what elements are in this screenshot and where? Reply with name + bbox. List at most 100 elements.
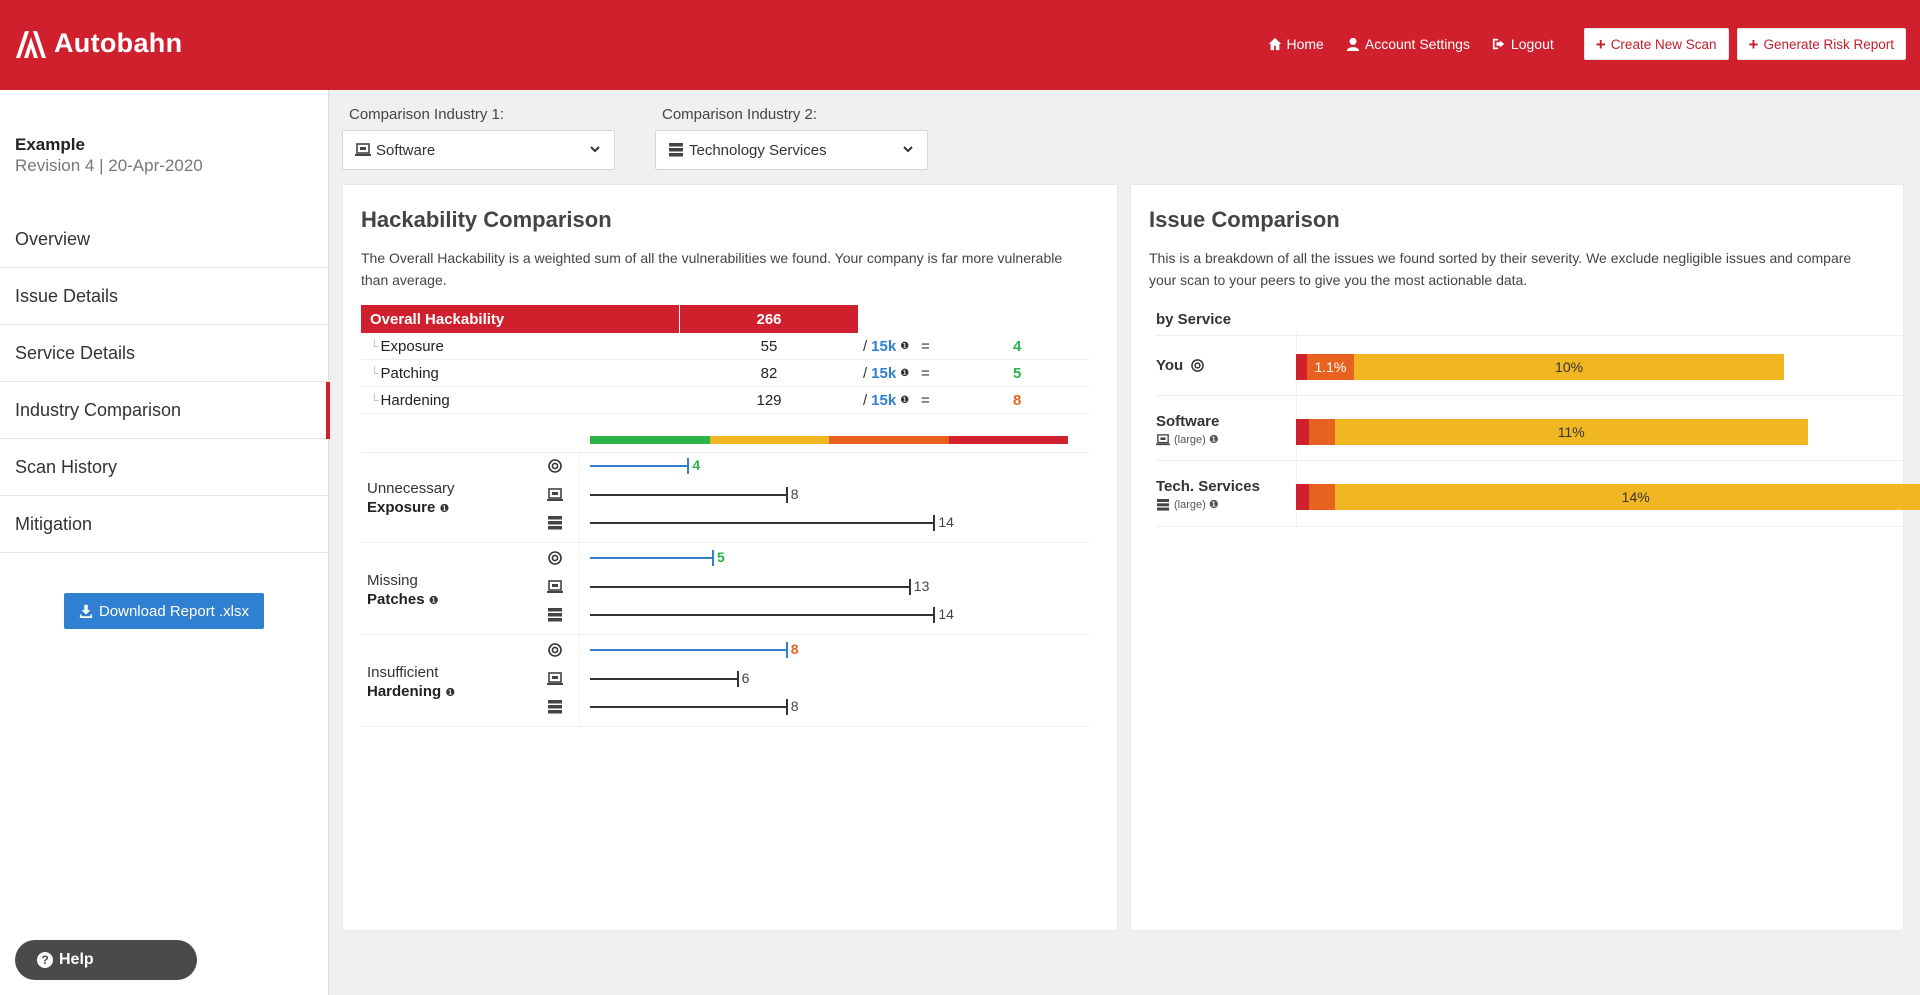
sidebar-item-industry-comparison[interactable]: Industry Comparison — [0, 382, 330, 439]
industry1-label: Comparison Industry 1: — [349, 106, 505, 123]
autobahn-logo-icon — [16, 30, 46, 58]
sign-out-icon — [1492, 38, 1505, 50]
bar-you — [590, 649, 787, 651]
home-icon — [1268, 37, 1281, 51]
bar-software — [590, 493, 787, 496]
bar-tech — [590, 614, 935, 616]
group-line2: Exposure — [367, 499, 436, 516]
service-stacked-bar: 1.1% 10% — [1296, 354, 1785, 380]
service-software-sub: (large) ❶ — [1156, 433, 1219, 446]
sidebar-item-overview[interactable]: Overview — [0, 211, 329, 268]
issue-comparison-title: Issue Comparison — [1149, 207, 1340, 232]
sidebar: Example Revision 4 | 20-Apr-2020 Overvie… — [0, 90, 330, 995]
scan-revision: Revision 4 | 20-Apr-2020 — [15, 156, 203, 175]
bar-value-label: 14 — [938, 606, 954, 622]
bar-segment-red — [1296, 419, 1309, 445]
sidebar-item-scan-history[interactable]: Scan History — [0, 439, 329, 496]
bar-cap — [785, 486, 788, 503]
info-icon[interactable]: ❶ — [900, 395, 909, 406]
overall-hackability-label: Overall Hackability — [361, 305, 679, 333]
service-stacked-bar: 11% — [1296, 419, 1808, 445]
service-tech-services-label: Tech. Services — [1156, 478, 1260, 495]
nav-account-settings-link[interactable]: Account Settings — [1346, 36, 1470, 52]
divider — [1156, 460, 1908, 461]
divider — [579, 452, 580, 724]
nav-home-link[interactable]: Home — [1268, 36, 1324, 52]
service-you-label: You — [1156, 357, 1205, 374]
question-icon: ? — [37, 952, 53, 968]
nav-home-label: Home — [1286, 36, 1324, 52]
info-icon[interactable]: ❶ — [1209, 498, 1219, 511]
bar-value-label: 13 — [913, 577, 930, 594]
nav-logout-label: Logout — [1510, 36, 1554, 52]
row-name: └ Hardening — [370, 387, 450, 413]
sidebar-item-service-details[interactable]: Service Details — [0, 325, 329, 382]
group-line1: Missing — [367, 572, 418, 589]
bar-segment-yel: 11% — [1334, 419, 1808, 445]
unnecessary-exposure-label: Unnecessary Exposure ❶ — [367, 479, 455, 519]
bar-segment-ora: 1.1% — [1306, 354, 1355, 380]
bar-value-label: 8 — [790, 485, 799, 502]
create-new-scan-button[interactable]: + Create New Scan — [1583, 28, 1729, 60]
equals-sign: = — [921, 337, 930, 355]
laptop-icon — [547, 579, 563, 594]
issue-comparison-panel: Issue Comparison This is a breakdown of … — [1131, 185, 1920, 930]
service-size: (large) — [1174, 498, 1206, 511]
service-size: (large) — [1174, 433, 1206, 446]
bar-segment-yel: 10% — [1354, 354, 1785, 380]
tree-elbow-icon: └ — [370, 366, 379, 380]
group-line2: Patches — [367, 591, 425, 608]
info-icon[interactable]: ❶ — [900, 341, 909, 352]
download-report-button[interactable]: Download Report .xlsx — [64, 593, 264, 629]
generate-risk-report-button[interactable]: + Generate Risk Report — [1736, 28, 1906, 60]
info-icon[interactable]: ❶ — [429, 595, 439, 607]
service-software-label: Software — [1156, 413, 1220, 430]
help-button[interactable]: ? Help — [15, 940, 197, 980]
bar-you — [590, 465, 689, 467]
info-icon[interactable]: ❶ — [900, 368, 909, 379]
patching-value: 82 — [760, 364, 778, 382]
hackability-scale-bar — [590, 436, 1068, 444]
industry1-value: Software — [376, 141, 436, 159]
industry2-select[interactable]: Technology Services — [655, 130, 928, 170]
laptop-icon — [547, 671, 563, 686]
scale-segment-2 — [829, 436, 949, 444]
bar-cap — [933, 607, 936, 623]
scale-segment-0 — [590, 436, 710, 444]
target-icon — [547, 643, 563, 657]
bar-segment-yel: 14% — [1334, 484, 1920, 510]
chevron-down-icon — [590, 146, 600, 153]
divider — [361, 726, 1089, 727]
info-icon[interactable]: ❶ — [440, 503, 450, 515]
server-icon — [547, 516, 563, 530]
hardening-denominator: /15k ❶ — [863, 387, 909, 413]
sidebar-item-issue-details[interactable]: Issue Details — [0, 268, 329, 325]
brand-logo[interactable]: Autobahn — [14, 28, 182, 59]
nav-logout-link[interactable]: Logout — [1492, 36, 1554, 52]
industry2-value: Technology Services — [689, 141, 827, 159]
divider — [361, 634, 1089, 635]
bar-cap — [736, 670, 739, 687]
row-name: └ Patching — [370, 360, 439, 386]
server-icon — [669, 143, 683, 157]
divider — [361, 542, 1089, 543]
info-icon[interactable]: ❶ — [1209, 433, 1219, 446]
bar-tech — [590, 522, 935, 524]
info-icon[interactable]: ❶ — [445, 687, 455, 699]
by-service-label: by Service — [1156, 311, 1232, 328]
industry1-select[interactable]: Software — [342, 130, 615, 170]
bar-cap — [712, 550, 714, 566]
plus-icon: + — [1595, 34, 1606, 54]
patching-label: Patching — [380, 364, 439, 382]
hardening-label: Hardening — [380, 391, 450, 409]
hackability-title: Hackability Comparison — [361, 207, 612, 232]
hardening-value: 129 — [756, 391, 782, 409]
equals-sign: = — [921, 364, 930, 382]
sidebar-item-mitigation[interactable]: Mitigation — [0, 496, 329, 553]
bar-cap — [785, 699, 788, 715]
divider — [361, 452, 1089, 453]
bar-value-label: 8 — [790, 641, 799, 657]
target-icon — [547, 459, 563, 473]
group-line2: Hardening — [367, 683, 442, 700]
group-line1: Unnecessary — [367, 480, 455, 497]
